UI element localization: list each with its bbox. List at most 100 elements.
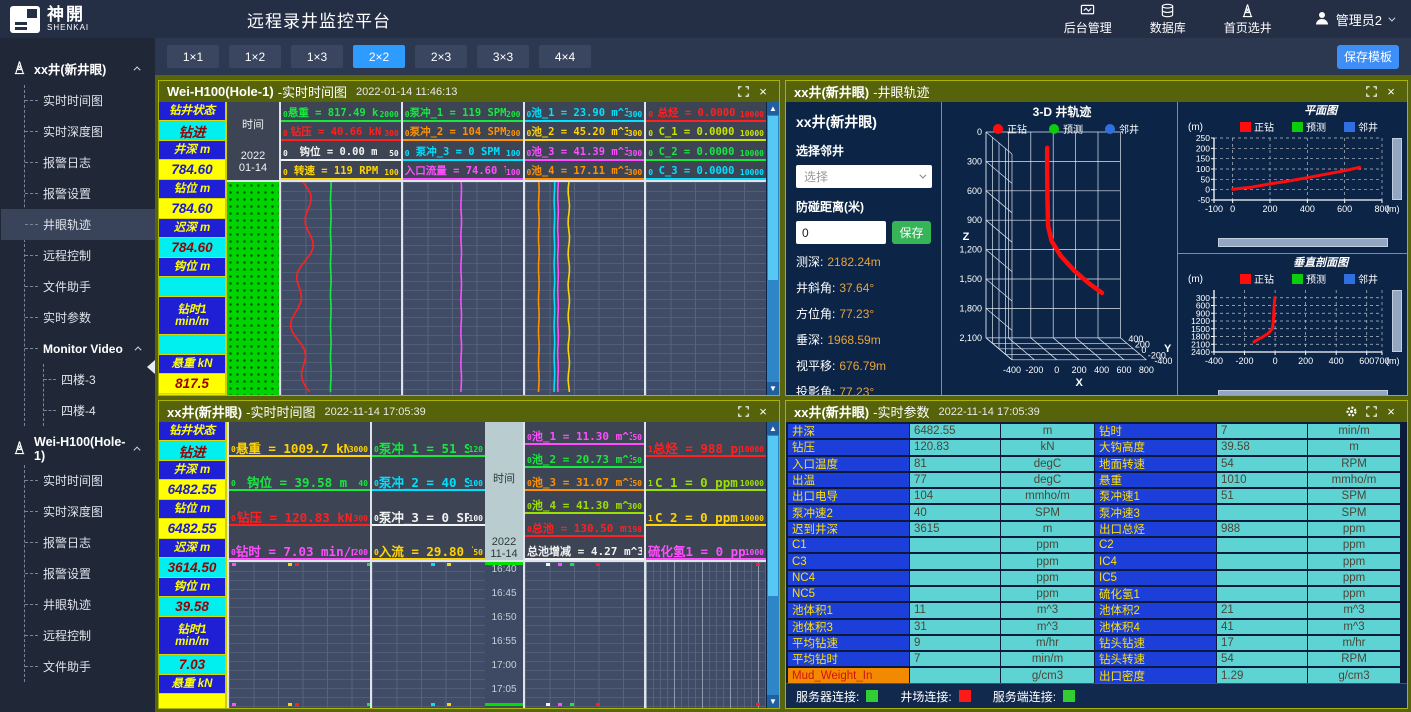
sidebar-item-实时深度图[interactable]: 实时深度图 [25, 116, 155, 147]
well-group-header[interactable]: xx井(新井眼) [0, 52, 155, 85]
sidebar-item-井眼轨迹[interactable]: 井眼轨迹 [25, 209, 155, 240]
curve-max: 100 [384, 167, 398, 178]
sidebar-item-远程控制[interactable]: 远程控制 [25, 620, 155, 651]
svg-text:200: 200 [1072, 365, 1087, 375]
param-name-cell: 池体积3 [788, 620, 909, 634]
trace-mark [546, 703, 550, 706]
sidebar-item-四楼-4[interactable]: 四楼-4 [44, 395, 155, 426]
scrollbar-thumb[interactable] [768, 436, 778, 596]
anticollision-distance-input[interactable] [796, 221, 886, 244]
layout-button-2×2[interactable]: 2×2 [353, 45, 405, 68]
close-icon[interactable]: × [1383, 84, 1399, 100]
scroll-up-icon[interactable]: ▲ [767, 102, 779, 115]
horizontal-slider[interactable] [1218, 390, 1388, 396]
sidebar-item-井眼轨迹[interactable]: 井眼轨迹 [25, 589, 155, 620]
param-value-cell: 40 [910, 505, 1000, 519]
curve-name-value: C_3 = 0.0000 [659, 165, 735, 178]
well-group-header[interactable]: Wei-H100(Hole-1) [0, 432, 155, 465]
sidebar-item-实时时间图[interactable]: 实时时间图 [25, 465, 155, 496]
param-label: 钩位 m [159, 258, 225, 277]
sidebar-item-文件助手[interactable]: 文件助手 [25, 651, 155, 682]
param-value-cell [1217, 505, 1307, 519]
param-unit-cell: ppm [1308, 587, 1400, 601]
layout-button-1×3[interactable]: 1×3 [291, 45, 343, 68]
save-template-button[interactable]: 保存模板 [1337, 45, 1399, 69]
sidebar-item-实时时间图[interactable]: 实时时间图 [25, 85, 155, 116]
sidebar-item-文件助手[interactable]: 文件助手 [25, 271, 155, 302]
sidebar-item-报警日志[interactable]: 报警日志 [25, 527, 155, 558]
scrollbar-thumb[interactable] [768, 116, 778, 280]
logo-en: SHENKAI [47, 23, 89, 32]
sidebar-collapse-handle[interactable] [147, 360, 155, 374]
curve-max: 100 [506, 148, 520, 159]
param-unit-cell: m [1001, 424, 1094, 438]
user-icon [1314, 10, 1330, 29]
svg-text:3-D 井轨迹: 3-D 井轨迹 [1033, 104, 1092, 119]
param-unit-cell: SPM [1308, 505, 1400, 519]
horizontal-slider[interactable] [1218, 238, 1388, 247]
param-name-cell: 入口温度 [788, 457, 909, 471]
svg-text:Z: Z [963, 231, 970, 243]
param-name-cell: 钻头转速 [1095, 652, 1216, 666]
sidebar-item-报警设置[interactable]: 报警设置 [25, 558, 155, 589]
nav-item-label: 后台管理 [1064, 19, 1112, 36]
layout-toolbar: 1×1 1×2 1×3 2×2 2×3 3×3 4×4 保存模板 [155, 38, 1411, 75]
sidebar-item-报警日志[interactable]: 报警日志 [25, 147, 155, 178]
sidebar-item-实时深度图[interactable]: 实时深度图 [25, 496, 155, 527]
sidebar-item-远程控制[interactable]: 远程控制 [25, 240, 155, 271]
layout-button-3×3[interactable]: 3×3 [477, 45, 529, 68]
param-label: 钻位 m [159, 180, 225, 199]
trajectory-readings: 测深:2182.24m井斜角:37.64°方位角:77.23°垂深:1968.5… [796, 253, 931, 395]
sidebar-item-Monitor Video[interactable]: Monitor Video [25, 333, 155, 364]
param-unit-cell: g/cm3 [1001, 668, 1094, 682]
reading-value: 2182.24m [827, 255, 880, 269]
curve-name-value: C_1 = 0.0000 [659, 126, 735, 139]
param-name-cell: 平均钻时 [788, 652, 909, 666]
layout-button-1×1[interactable]: 1×1 [167, 45, 219, 68]
sidebar-item-四楼-3[interactable]: 四楼-3 [44, 364, 155, 395]
gear-icon[interactable] [1343, 404, 1359, 420]
sidebar-item-报警设置[interactable]: 报警设置 [25, 178, 155, 209]
sidebar-item-label: 实时参数 [43, 309, 91, 326]
nav-item-数据库[interactable]: 数据库 [1150, 2, 1186, 36]
curve-header: 0泵冲_1 = 119 SPM200 [403, 102, 523, 122]
curve-header: 0池_4 = 17.11 m^3300 [525, 161, 645, 181]
backend-icon [1080, 2, 1095, 18]
sidebar-item-实时参数[interactable]: 实时参数 [25, 302, 155, 333]
curve-header: 0钩位 = 39.58 m40 [229, 457, 370, 492]
panel-title-well: xx井(新井眼) [794, 82, 869, 101]
expand-icon[interactable] [735, 404, 751, 420]
layout-button-1×2[interactable]: 1×2 [229, 45, 281, 68]
status-indicator [959, 690, 971, 702]
expand-icon[interactable] [735, 84, 751, 100]
close-icon[interactable]: × [1383, 404, 1399, 420]
curve-name-value: C_2 = 0 ppm [655, 511, 738, 524]
expand-icon[interactable] [1363, 84, 1379, 100]
layout-button-4×4[interactable]: 4×4 [539, 45, 591, 68]
layout-button-2×3[interactable]: 2×3 [415, 45, 467, 68]
expand-icon[interactable] [1363, 404, 1379, 420]
vertical-slider[interactable] [1392, 290, 1402, 352]
param-value: 817.5 [159, 374, 225, 394]
reading-value: 77.23° [839, 385, 874, 395]
close-icon[interactable]: × [755, 404, 771, 420]
curve-name-value: 泵冲_2 = 40 SPM [379, 476, 469, 489]
param-value [159, 277, 225, 297]
vertical-scrollbar[interactable]: ▲ ▼ [766, 102, 779, 395]
scroll-down-icon[interactable]: ▼ [767, 382, 779, 395]
param-name-cell: 泵冲速2 [788, 505, 909, 519]
nav-item-首页选井[interactable]: 首页选井 [1224, 2, 1272, 36]
nav-item-后台管理[interactable]: 后台管理 [1064, 2, 1112, 36]
scroll-down-icon[interactable]: ▼ [767, 695, 779, 708]
close-icon[interactable]: × [755, 84, 771, 100]
curve-max: 50 [632, 478, 642, 489]
scroll-up-icon[interactable]: ▲ [767, 422, 779, 435]
neighbor-well-select[interactable]: 选择 [796, 165, 932, 188]
vertical-scrollbar[interactable]: ▲ ▼ [766, 422, 779, 708]
save-distance-button[interactable]: 保存 [892, 221, 931, 244]
curve-name-value: 泵冲_1 = 119 SPM [410, 107, 506, 120]
param-name-cell: 迟到井深 [788, 522, 909, 536]
vertical-slider[interactable] [1392, 138, 1402, 200]
time-column-header: 时间202211-14 [485, 422, 523, 560]
user-menu[interactable]: 管理员2 [1314, 10, 1393, 29]
